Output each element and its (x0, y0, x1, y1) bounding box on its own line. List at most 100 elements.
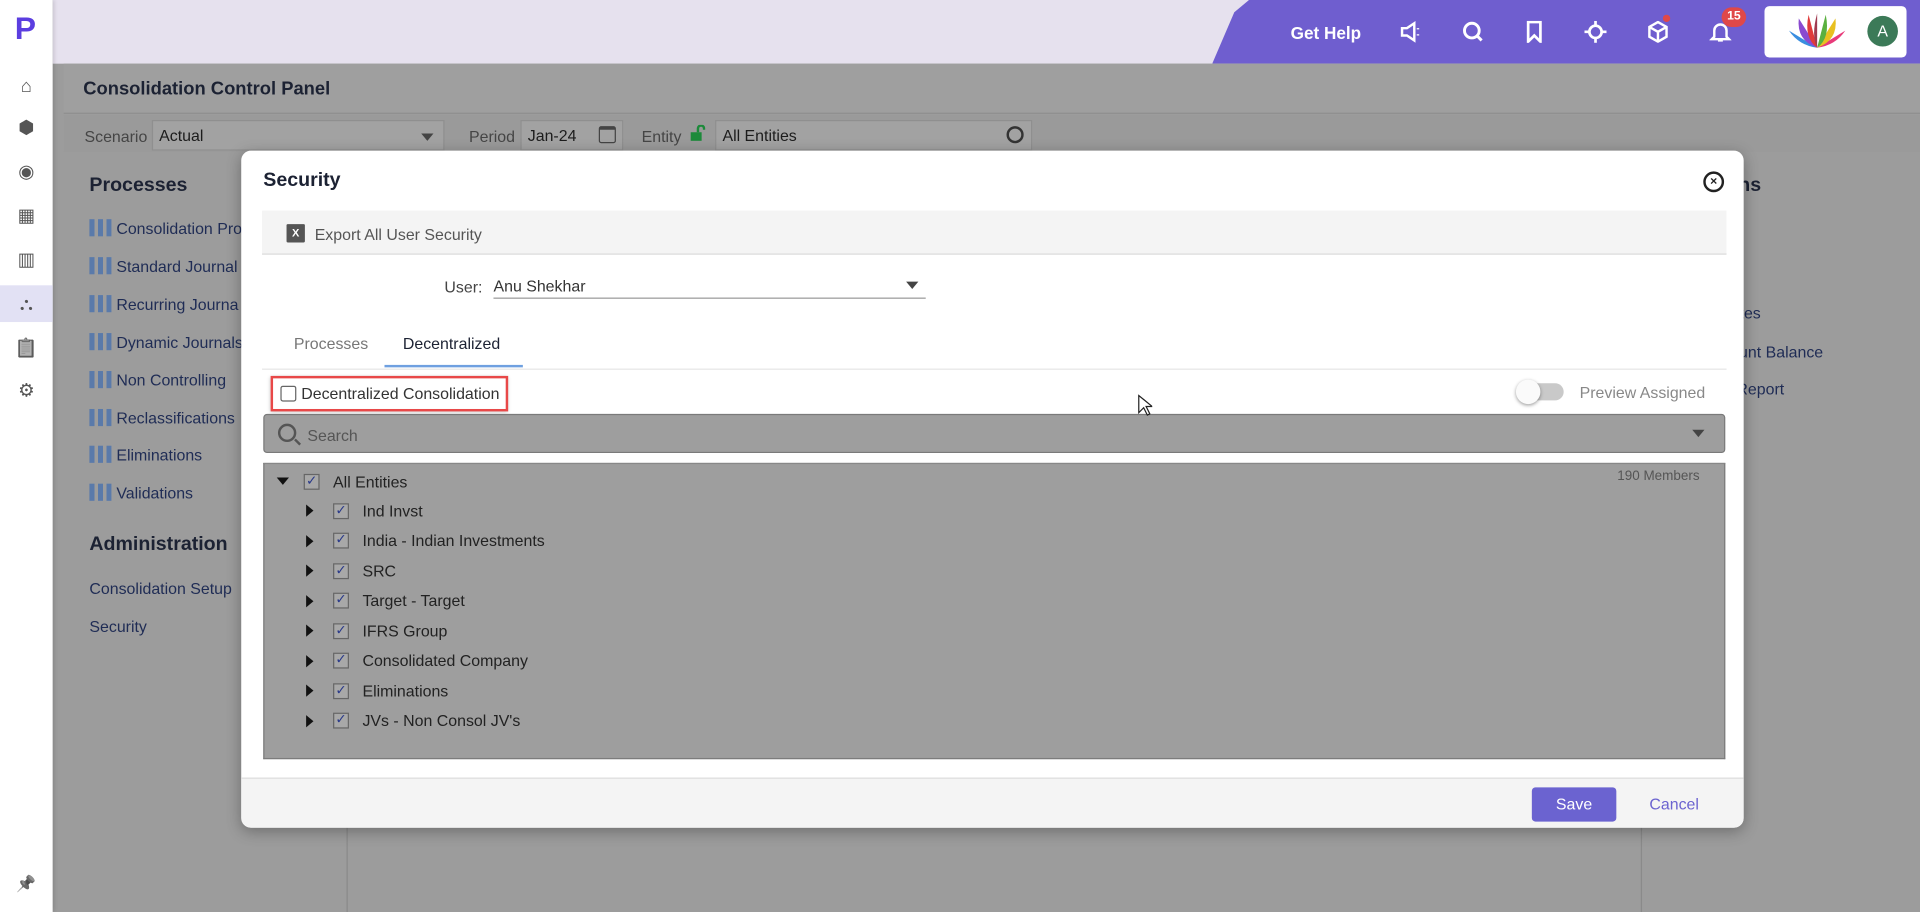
hierarchy-icon[interactable]: ⛬ (0, 285, 53, 323)
process-item[interactable]: Standard Journal (89, 257, 238, 276)
process-icon (89, 408, 112, 427)
tree-checkbox[interactable]: ✓ (303, 473, 320, 490)
user-select[interactable]: Anu Shekhar (493, 272, 926, 299)
process-label: Standard Journal (116, 257, 238, 276)
tree-node-label: Ind Invst (362, 501, 423, 520)
tree-node-label: Consolidated Company (362, 651, 528, 670)
admin-item-consolidation-setup[interactable]: Consolidation Setup (89, 579, 231, 597)
get-help-link[interactable]: Get Help (1291, 23, 1362, 43)
scenario-select[interactable]: Actual (151, 120, 445, 151)
close-icon[interactable]: × (1703, 171, 1725, 193)
preview-assigned-toggle[interactable] (1515, 379, 1564, 405)
processes-heading: Processes (89, 175, 188, 196)
decentralized-consolidation-label[interactable]: Decentralized Consolidation (301, 384, 499, 402)
process-label: Validations (116, 483, 194, 503)
expand-icon[interactable] (306, 504, 314, 517)
target-icon[interactable]: ◉ (0, 153, 53, 190)
excel-icon[interactable]: X (286, 224, 305, 243)
expand-icon[interactable] (306, 534, 314, 547)
tree-node[interactable]: ✓ Consolidated Company (306, 648, 528, 672)
process-label: Dynamic Journals (116, 333, 243, 352)
tree-node[interactable]: ✓ India - Indian Investments (306, 528, 545, 552)
tree-checkbox[interactable]: ✓ (333, 592, 349, 609)
expand-icon[interactable] (306, 654, 314, 667)
tree-checkbox[interactable]: ✓ (333, 562, 349, 579)
expand-icon[interactable] (306, 714, 314, 727)
process-item[interactable]: Dynamic Journals (89, 333, 243, 352)
expand-icon[interactable] (306, 594, 314, 607)
entity-search-input[interactable]: Search (263, 413, 1726, 454)
process-item[interactable]: Eliminations (89, 445, 202, 464)
tree-node-label: All Entities (333, 472, 408, 491)
expand-icon[interactable] (306, 684, 314, 697)
tree-checkbox[interactable]: ✓ (333, 532, 349, 549)
tree-node[interactable]: ✓ Ind Invst (306, 498, 423, 522)
report-icon[interactable]: ▥ (0, 241, 53, 278)
home-icon[interactable]: ⌂ (0, 67, 53, 104)
tree-node[interactable]: ✓ Target - Target (306, 588, 465, 612)
process-icon (89, 257, 112, 275)
dialog-title: Security (263, 170, 341, 192)
gear-icon[interactable]: ⚙ (0, 372, 53, 409)
expand-icon[interactable] (306, 624, 314, 637)
chevron-down-icon[interactable] (1692, 429, 1705, 438)
unlock-icon[interactable] (690, 124, 706, 142)
crosshair-icon[interactable] (1581, 17, 1610, 46)
user-value: Anu Shekhar (493, 276, 586, 296)
tree-node-root[interactable]: ✓ All Entities (276, 469, 408, 493)
search-icon[interactable] (1458, 17, 1487, 46)
pin-icon[interactable]: 📌 (0, 866, 53, 903)
entity-value: All Entities (722, 126, 797, 145)
tree-node[interactable]: ✓ SRC (306, 558, 396, 582)
tree-node-label: IFRS Group (362, 621, 448, 640)
tree-checkbox[interactable]: ✓ (333, 622, 349, 639)
process-label: Non Controlling (116, 371, 227, 390)
user-avatar[interactable]: A (1867, 15, 1898, 47)
save-button[interactable]: Save (1531, 787, 1617, 822)
period-picker[interactable]: Jan-24 (520, 120, 624, 151)
process-icon (89, 333, 112, 351)
lotus-logo (1788, 13, 1846, 48)
tree-node-label: SRC (362, 561, 397, 580)
entity-select[interactable]: All Entities (715, 120, 1033, 151)
tree-node[interactable]: ✓ Eliminations (306, 678, 448, 702)
active-tab-indicator (384, 364, 523, 368)
entity-tree: 190 Members ✓ All Entities ✓ Ind Invst ✓ In… (263, 462, 1726, 760)
tree-node[interactable]: ✓ JVs - Non Consol JV's (306, 708, 520, 732)
process-item[interactable]: Recurring Journa (89, 295, 238, 313)
process-item[interactable]: Validations (89, 483, 194, 503)
tab-decentralized[interactable]: Decentralized (403, 334, 500, 352)
grid-icon[interactable]: ▦ (0, 197, 53, 234)
process-item[interactable]: Consolidation Pro (89, 219, 242, 238)
process-icon (89, 295, 112, 313)
megaphone-icon[interactable] (1396, 17, 1425, 46)
chevron-down-icon (421, 133, 434, 141)
calendar-icon (598, 126, 616, 144)
tree-checkbox[interactable]: ✓ (333, 652, 349, 669)
tree-checkbox[interactable]: ✓ (333, 502, 349, 519)
process-item[interactable]: Non Controlling (89, 371, 226, 389)
clipboard-icon[interactable]: 📋 (0, 329, 53, 366)
dialog-footer: Save Cancel (241, 777, 1744, 828)
tree-checkbox[interactable]: ✓ (333, 712, 349, 729)
tree-checkbox[interactable]: ✓ (333, 682, 349, 699)
tab-processes[interactable]: Processes (294, 334, 368, 352)
cancel-button[interactable]: Cancel (1649, 795, 1699, 813)
tree-node[interactable]: ✓ IFRS Group (306, 618, 447, 642)
page-title-bar (63, 63, 1920, 114)
export-all-user-security-button[interactable]: Export All User Security (315, 225, 482, 243)
package-icon[interactable] (1643, 14, 1672, 46)
tree-node-label: India - Indian Investments (362, 531, 545, 550)
process-icon (89, 219, 112, 237)
cube-icon[interactable]: ⬢ (0, 109, 53, 146)
collapse-icon[interactable] (276, 477, 289, 485)
expand-icon[interactable] (306, 564, 314, 577)
process-icon (89, 445, 112, 463)
dialog-toolbar: X Export All User Security (262, 210, 1727, 255)
process-item[interactable]: Reclassifications (89, 408, 235, 427)
period-value: Jan-24 (527, 126, 577, 145)
bookmark-icon[interactable] (1520, 17, 1549, 46)
decentralized-consolidation-checkbox[interactable] (280, 385, 297, 402)
admin-item-security[interactable]: Security (89, 617, 147, 635)
chevron-down-icon (906, 281, 919, 289)
